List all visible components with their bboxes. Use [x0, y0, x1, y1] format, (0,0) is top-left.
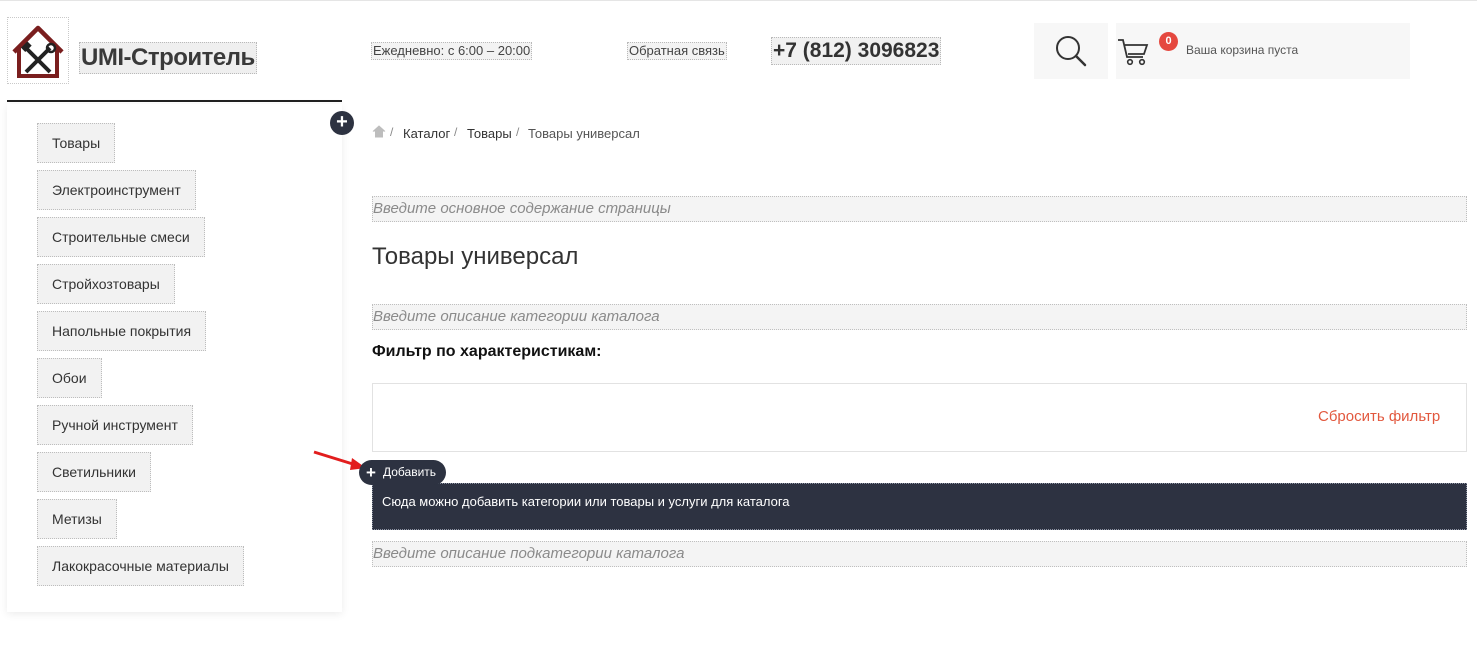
phone-number[interactable]: +7 (812) 3096823 [771, 37, 942, 65]
sidebar-add-button[interactable]: + [330, 111, 354, 135]
category-description-editable[interactable]: Введите описание категории каталога [372, 304, 1467, 330]
home-icon[interactable] [372, 125, 386, 138]
top-border [0, 0, 1477, 1]
breadcrumb-current: Товары универсал [528, 126, 640, 141]
working-hours: Ежедневно: с 6:00 – 20:00 [371, 42, 533, 60]
sidebar-item-lamps[interactable]: Светильники [37, 452, 151, 492]
sidebar-item-building-mixes[interactable]: Строительные смеси [37, 217, 205, 257]
house-tools-logo-icon [12, 25, 64, 78]
breadcrumb-separator: / [390, 125, 394, 139]
subcategory-description-editable[interactable]: Введите описание подкатегории каталога [372, 541, 1467, 567]
search-icon [1056, 36, 1087, 67]
search-button[interactable] [1034, 23, 1108, 79]
add-button[interactable]: + Добавить [359, 460, 446, 485]
filter-panel [372, 383, 1467, 452]
catalog-add-area[interactable]: Сюда можно добавить категории или товары… [372, 483, 1467, 530]
add-button-label: Добавить [383, 465, 437, 479]
sidebar-item-power-tools[interactable]: Электроинструмент [37, 170, 196, 210]
add-hint-text: Сюда можно добавить категории или товары… [382, 494, 790, 509]
plus-icon: + [366, 463, 376, 482]
sidebar-item-hand-tools[interactable]: Ручной инструмент [37, 405, 193, 445]
feedback-link[interactable]: Обратная связь [627, 42, 727, 60]
sidebar-item-household-goods[interactable]: Стройхозтовары [37, 264, 175, 304]
page-content-editable[interactable]: Введите основное содержание страницы [372, 196, 1467, 222]
cart-status-text[interactable]: Ваша корзина пуста [1186, 43, 1298, 57]
breadcrumb-separator: / [516, 125, 520, 139]
sidebar-item-paints[interactable]: Лакокрасочные материалы [37, 546, 244, 586]
breadcrumb-tovary[interactable]: Товары [467, 126, 512, 141]
site-title[interactable]: UMI-Строитель [79, 42, 257, 74]
sidebar-item-fasteners[interactable]: Метизы [37, 499, 117, 539]
cart-count-badge: 0 [1159, 32, 1178, 51]
logo-divider [7, 100, 342, 102]
filter-heading: Фильтр по характеристикам: [372, 343, 602, 360]
sidebar-item-floor-coverings[interactable]: Напольные покрытия [37, 311, 207, 351]
page-title: Товары универсал [372, 243, 579, 270]
sidebar-item-tovary[interactable]: Товары [37, 123, 116, 163]
breadcrumb-separator: / [454, 125, 458, 139]
breadcrumb-catalog[interactable]: Каталог [403, 126, 450, 141]
sidebar-item-wallpaper[interactable]: Обои [37, 358, 102, 398]
reset-filter-link[interactable]: Сбросить фильтр [1318, 408, 1440, 425]
logo[interactable] [7, 17, 69, 84]
cart-icon [1118, 39, 1149, 66]
